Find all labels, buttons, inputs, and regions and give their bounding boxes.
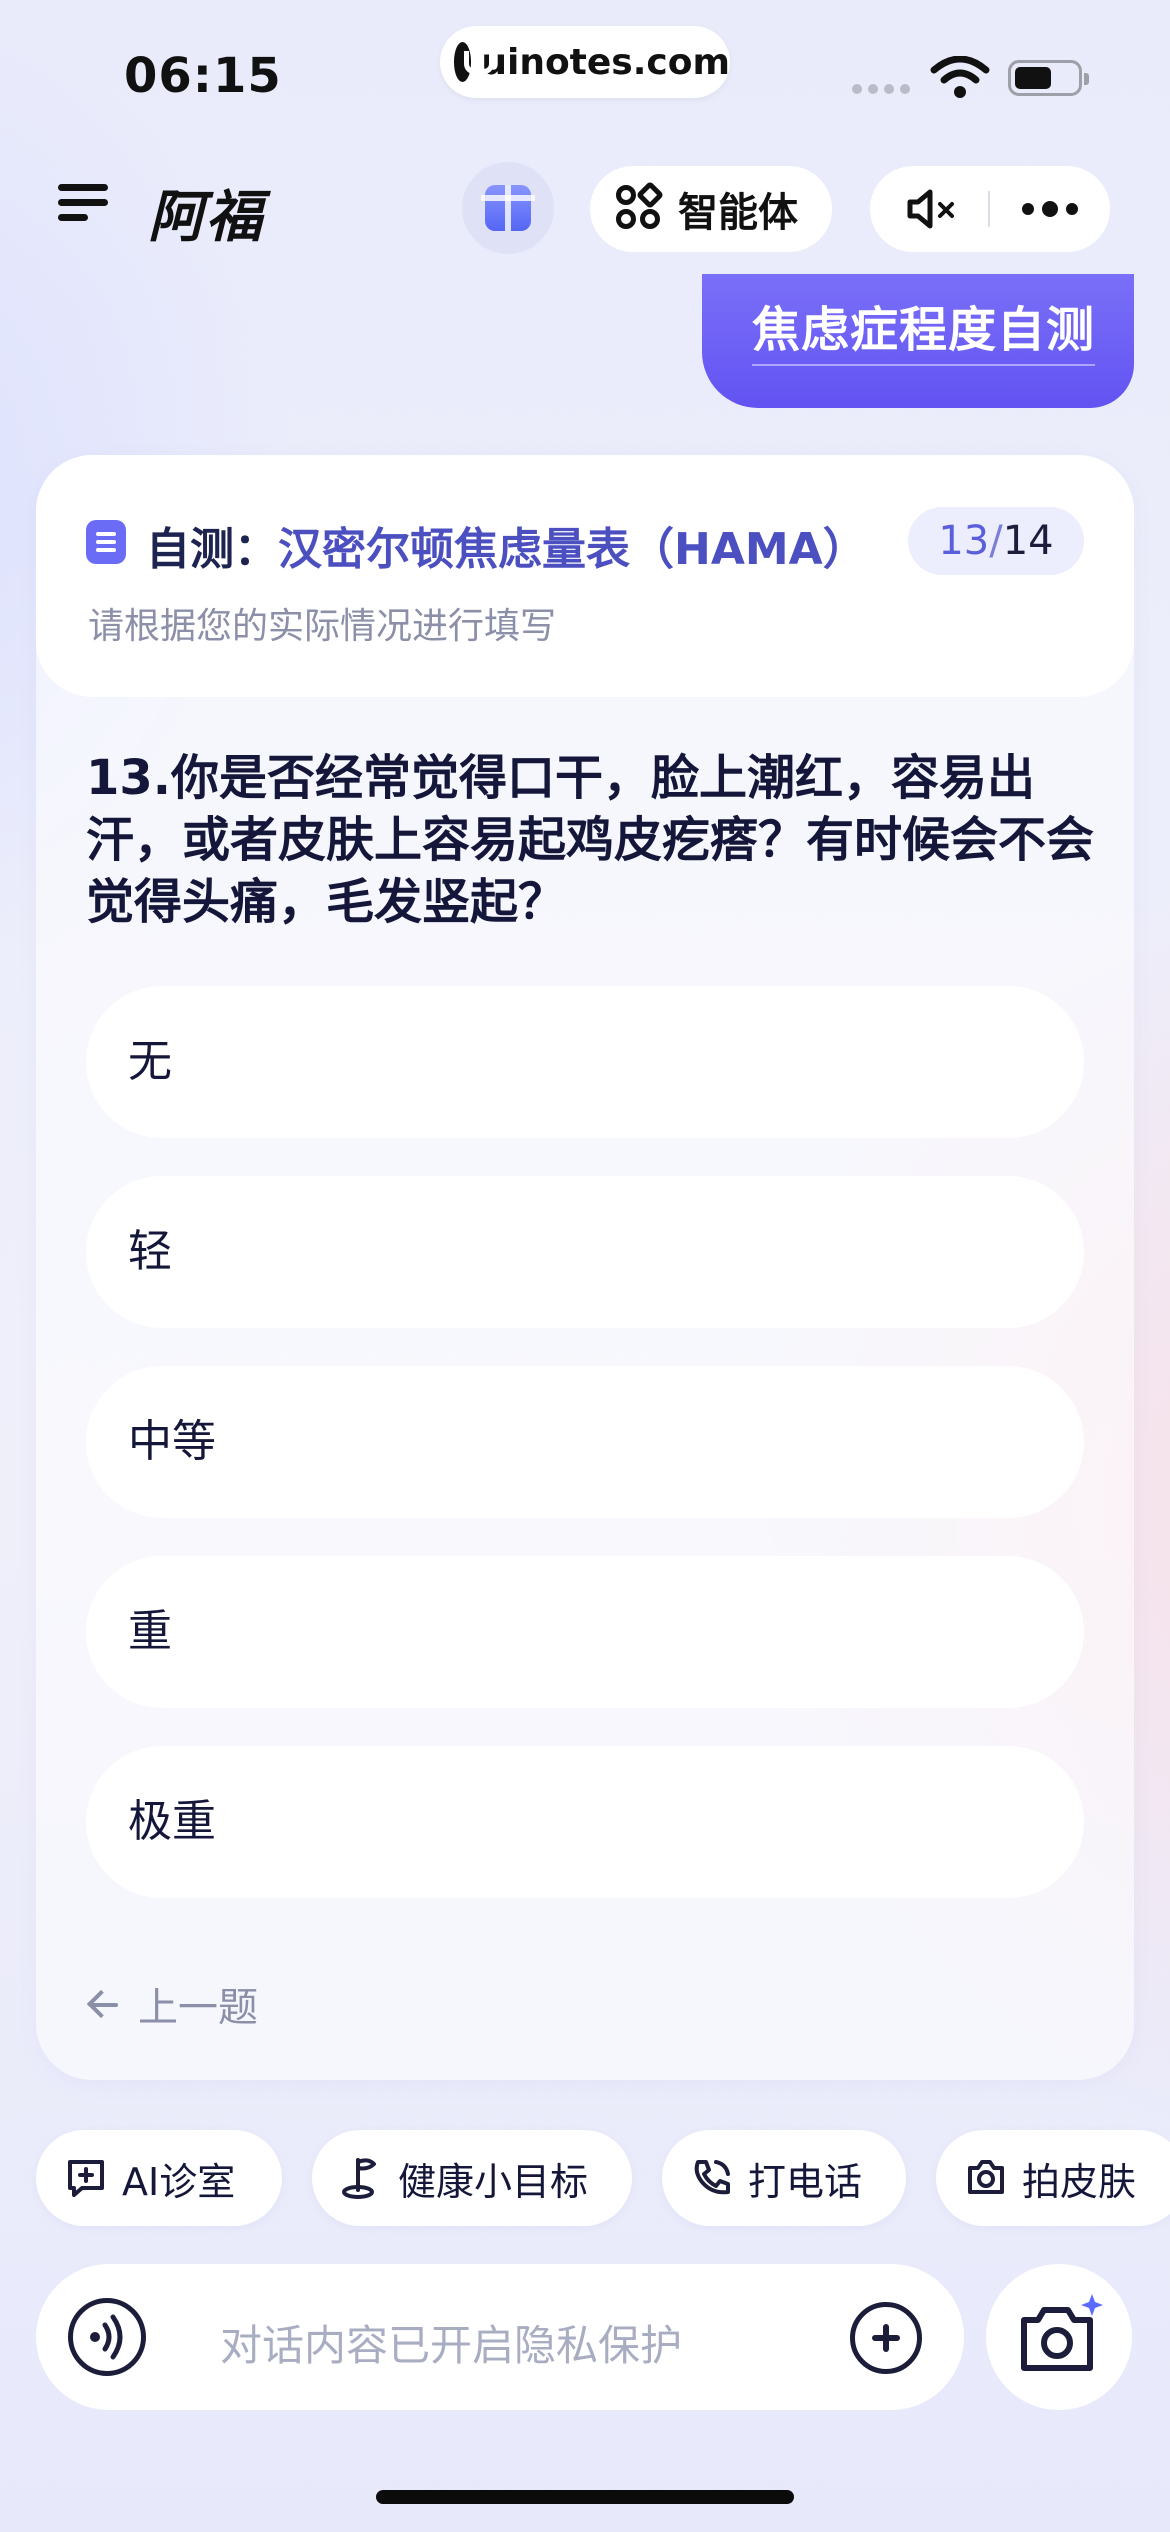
- chip-skin-photo[interactable]: 拍皮肤: [936, 2130, 1170, 2226]
- message-input-bar[interactable]: 对话内容已开启隐私保护: [36, 2264, 964, 2410]
- more-icon[interactable]: [1022, 201, 1078, 217]
- agent-grid-icon: [616, 180, 665, 233]
- self-test-card: 自测：汉密尔顿焦虑量表（HAMA） 13/14 请根据您的实际情况进行填写 13…: [36, 455, 1134, 2080]
- smart-camera-icon: [1021, 2294, 1103, 2371]
- previous-question-link[interactable]: 上一题: [86, 1975, 258, 2033]
- card-header: 自测：汉密尔顿焦虑量表（HAMA） 13/14 请根据您的实际情况进行填写: [36, 455, 1134, 697]
- agent-button[interactable]: 智能体: [590, 166, 832, 252]
- chip-phone-call-label: 打电话: [748, 2159, 863, 2204]
- chip-ai-clinic-label: AI诊室: [122, 2159, 236, 2204]
- url-text: uinotes.com: [481, 41, 730, 83]
- chip-health-goal-label: 健康小目标: [398, 2159, 589, 2204]
- progress-badge: 13/14: [908, 507, 1084, 575]
- card-title: 自测：汉密尔顿焦虑量表（HAMA）: [146, 513, 867, 577]
- document-icon: [86, 520, 126, 564]
- camera-icon: [968, 2160, 1004, 2194]
- chip-skin-photo-label: 拍皮肤: [1022, 2159, 1137, 2204]
- plus-icon[interactable]: [850, 2302, 922, 2374]
- flag-icon: [342, 2158, 376, 2199]
- agent-label: 智能体: [678, 190, 798, 236]
- gift-button[interactable]: [462, 162, 554, 254]
- arrow-left-icon: [86, 1987, 120, 2021]
- phone-icon: [694, 2160, 730, 2195]
- card-title-name: 汉密尔顿焦虑量表（HAMA）: [278, 524, 867, 575]
- url-pill[interactable]: uinotes.com: [440, 26, 730, 98]
- progress-total: 14: [1002, 518, 1054, 564]
- app-title: 阿福: [148, 185, 264, 250]
- wifi-icon: [930, 56, 990, 98]
- cellular-signal-icon: [852, 84, 910, 94]
- progress-current: 13: [938, 518, 990, 564]
- mini-program-capsule: [870, 166, 1110, 252]
- user-message-text[interactable]: 焦虑症程度自测: [752, 290, 1096, 366]
- option-moderate[interactable]: 中等: [86, 1366, 1084, 1518]
- camera-button[interactable]: [986, 2264, 1132, 2410]
- site-logo-icon: [454, 42, 495, 82]
- home-indicator: [376, 2490, 794, 2504]
- chip-health-goal[interactable]: 健康小目标: [312, 2130, 632, 2226]
- chat-plus-icon: [68, 2160, 104, 2197]
- gift-icon: [481, 185, 535, 231]
- option-very-severe[interactable]: 极重: [86, 1746, 1084, 1898]
- user-message-bubble: 焦虑症程度自测: [702, 274, 1134, 408]
- previous-question-label: 上一题: [138, 1985, 258, 2031]
- battery-icon: [1008, 60, 1089, 96]
- menu-icon[interactable]: [58, 180, 110, 226]
- voice-wave-icon: [90, 2314, 123, 2360]
- chip-ai-clinic[interactable]: AI诊室: [36, 2130, 282, 2226]
- voice-input-button[interactable]: [68, 2298, 146, 2376]
- card-subtitle: 请根据您的实际情况进行填写: [88, 606, 557, 647]
- progress-separator: /: [989, 518, 1003, 564]
- question-text: 13.你是否经常觉得口干，脸上潮红，容易出汗，或者皮肤上容易起鸡皮疙瘩？有时候会…: [86, 750, 1095, 930]
- status-time: 06:15: [124, 48, 282, 104]
- capsule-divider: [988, 191, 990, 227]
- chip-phone-call[interactable]: 打电话: [662, 2130, 906, 2226]
- card-title-prefix: 自测：: [146, 524, 278, 575]
- sound-mute-icon[interactable]: [904, 188, 960, 230]
- option-mild[interactable]: 轻: [86, 1176, 1084, 1328]
- option-none[interactable]: 无: [86, 986, 1084, 1138]
- input-placeholder: 对话内容已开启隐私保护: [220, 2321, 683, 2370]
- option-severe[interactable]: 重: [86, 1556, 1084, 1708]
